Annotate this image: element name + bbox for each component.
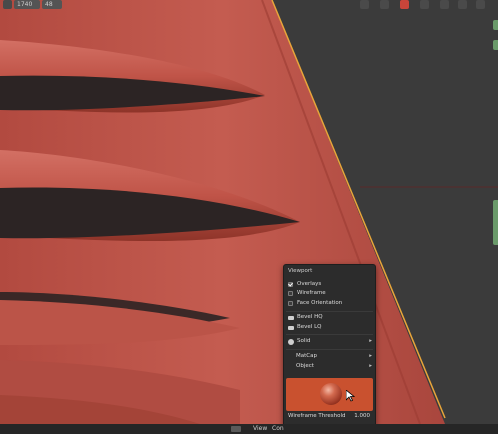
matcap-dropdown[interactable]: MatCap ▸	[296, 352, 372, 361]
wireframe-option[interactable]: Wireframe	[288, 289, 326, 298]
shading-solid-icon[interactable]	[440, 0, 449, 9]
object-label: Object	[296, 363, 314, 369]
divider	[286, 334, 373, 335]
matcap-sphere	[320, 383, 342, 405]
wireframe-label: Wireframe	[297, 290, 326, 296]
solid-shading-icon	[288, 338, 294, 345]
face-orientation-option[interactable]: Face Orientation	[288, 299, 342, 308]
sculpt-mesh	[0, 0, 498, 424]
solid-option[interactable]: Solid ▸	[288, 337, 372, 346]
wireframe-threshold-label: Wireframe Threshold	[288, 413, 346, 419]
bevel-lq-option[interactable]: Bevel LQ	[288, 323, 321, 332]
menu-item-partial[interactable]: Con	[272, 424, 284, 434]
overlays-checkbox[interactable]	[288, 282, 293, 287]
side-tab-tool[interactable]	[493, 40, 498, 50]
header-icon[interactable]	[3, 0, 12, 9]
camera-icon	[288, 315, 294, 320]
overlay-dropdown-icon[interactable]	[380, 0, 389, 9]
face-orientation-checkbox[interactable]	[288, 301, 293, 306]
view-menu[interactable]: View	[253, 424, 267, 434]
bevel-hq-label: Bevel HQ	[297, 314, 323, 320]
divider	[286, 311, 373, 312]
wireframe-threshold-value: 1.000	[354, 413, 370, 419]
viewport-header: 1740 48	[0, 0, 498, 9]
object-color-dropdown[interactable]: Object ▸	[296, 362, 372, 371]
popover-title: Viewport	[288, 268, 313, 274]
divider	[286, 349, 373, 350]
viewport-footer: View Con	[0, 424, 498, 434]
matcap-preview[interactable]	[286, 378, 373, 411]
wireframe-checkbox[interactable]	[288, 291, 293, 296]
shading-material-icon[interactable]	[458, 0, 467, 9]
face-orientation-label: Face Orientation	[297, 300, 343, 306]
editor-type-icon[interactable]	[231, 426, 241, 432]
shading-rendered-icon[interactable]	[476, 0, 485, 9]
camera-icon	[288, 325, 294, 330]
chevron-right-icon: ▸	[369, 338, 372, 344]
frame-field[interactable]: 1740	[14, 0, 40, 9]
overlays-label: Overlays	[297, 281, 322, 287]
solid-label: Solid	[297, 338, 311, 344]
gizmo-toggle-icon[interactable]	[360, 0, 369, 9]
xray-toggle-icon[interactable]	[400, 0, 409, 9]
matcap-label: MatCap	[296, 353, 317, 359]
mouse-cursor-icon	[346, 390, 355, 402]
viewport-shading-popover: Viewport Overlays Wireframe Face Orienta…	[283, 264, 376, 434]
side-tab-view[interactable]	[493, 200, 498, 245]
chevron-right-icon: ▸	[369, 353, 372, 359]
count-field[interactable]: 48	[42, 0, 62, 9]
overlays-option[interactable]: Overlays	[288, 280, 321, 289]
shading-wire-icon[interactable]	[420, 0, 429, 9]
chevron-right-icon: ▸	[369, 363, 372, 369]
bevel-lq-label: Bevel LQ	[297, 324, 322, 330]
bevel-hq-option[interactable]: Bevel HQ	[288, 313, 323, 322]
3d-viewport[interactable]: 1740 48	[0, 0, 498, 424]
wireframe-threshold-field[interactable]: Wireframe Threshold 1.000	[288, 412, 372, 421]
side-tab-item[interactable]	[493, 20, 498, 30]
